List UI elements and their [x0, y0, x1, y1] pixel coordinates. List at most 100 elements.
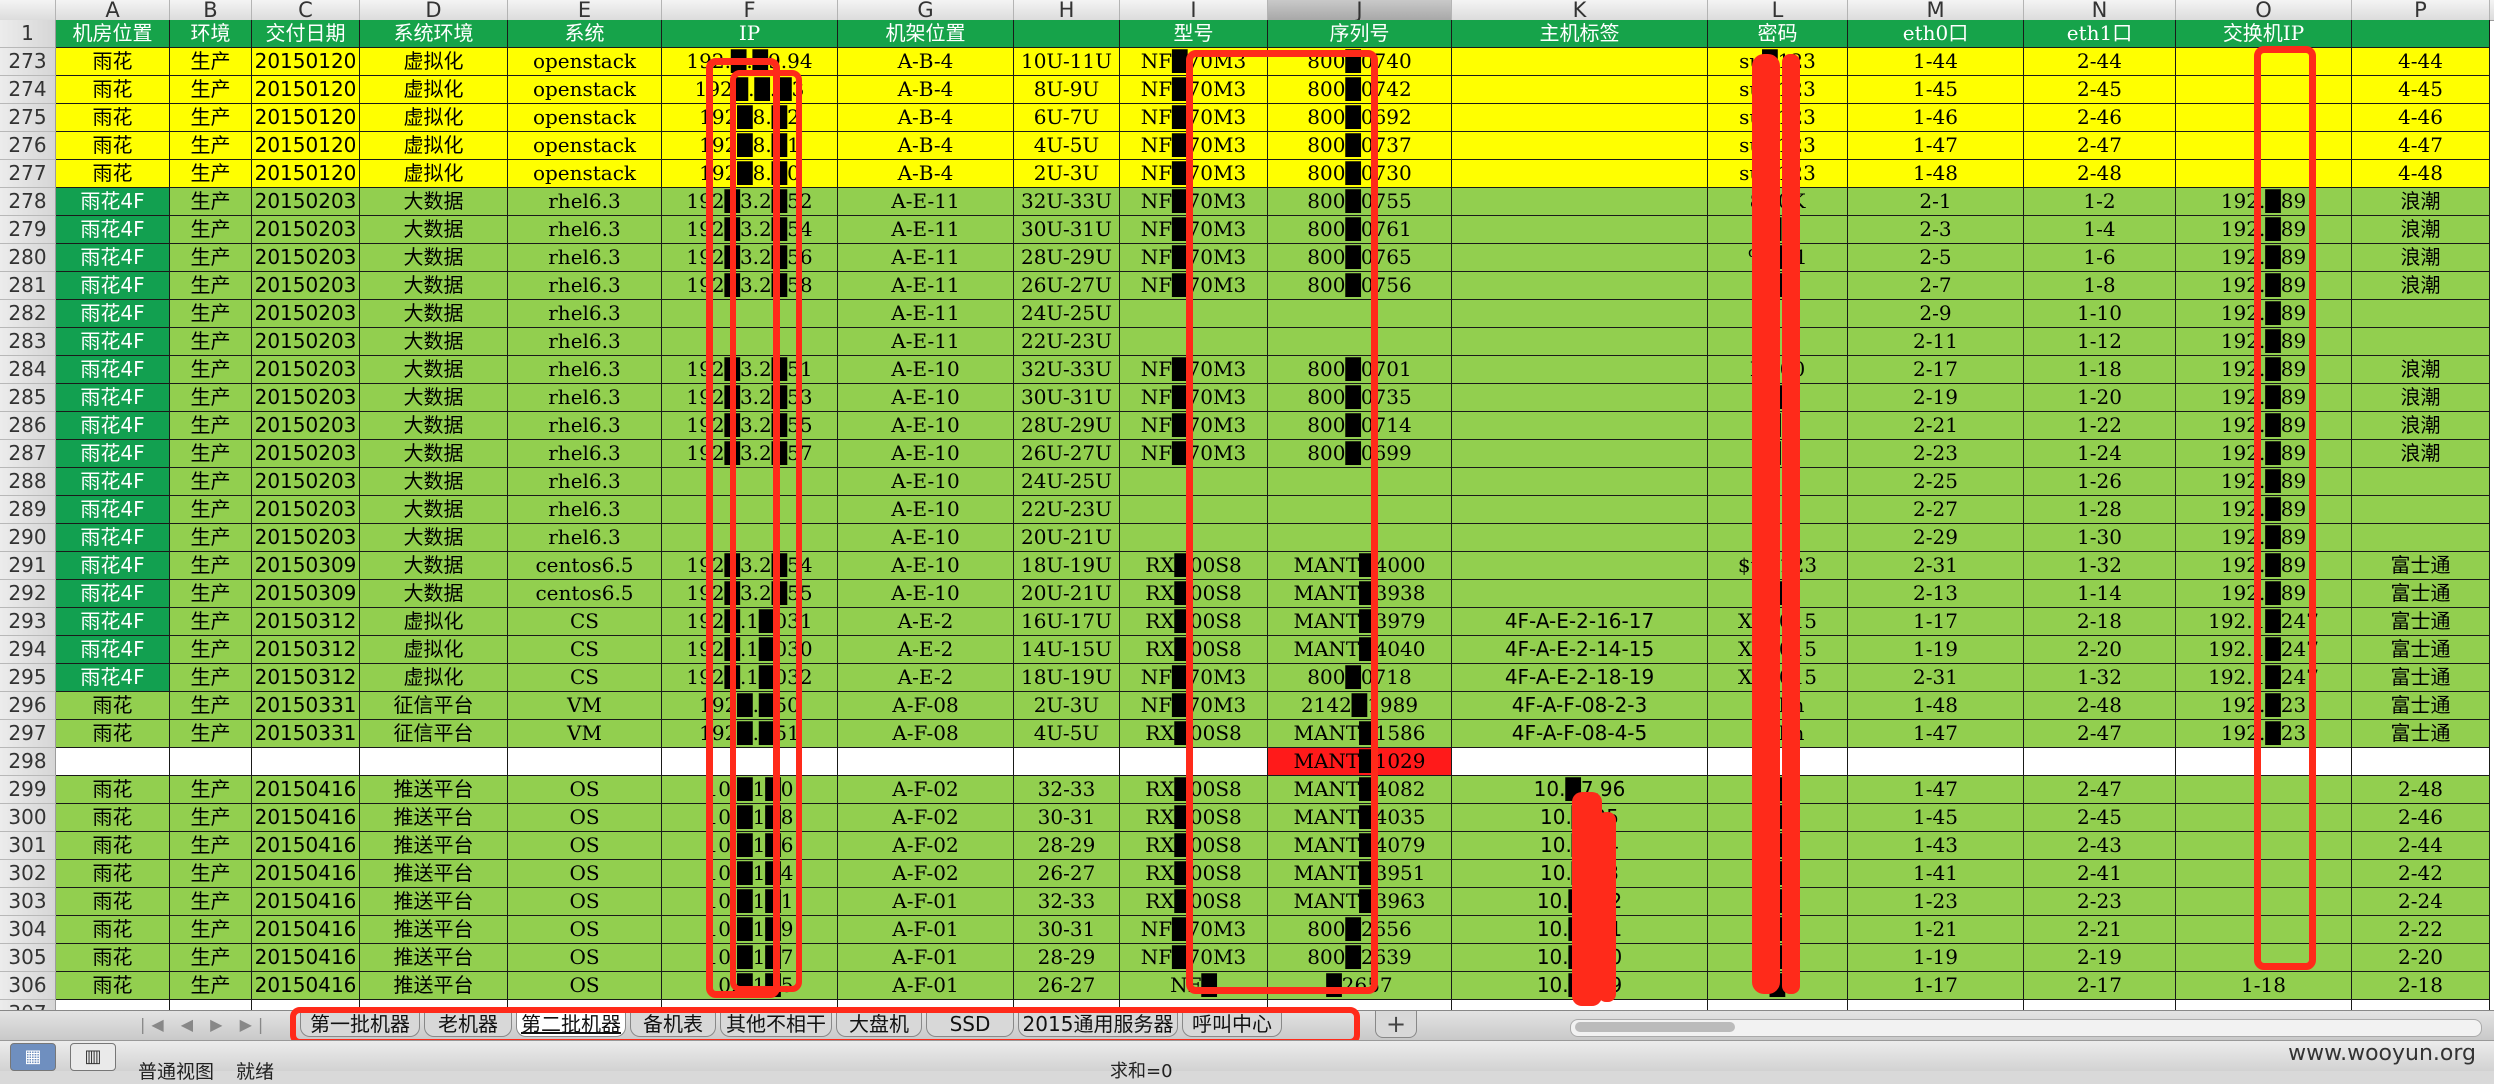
table-cell[interactable]: 20150416: [252, 888, 360, 916]
table-cell[interactable]: rhel6.3: [508, 216, 662, 244]
table-cell[interactable]: 26-27: [1014, 972, 1120, 1000]
add-sheet-button[interactable]: +: [1375, 1011, 1417, 1038]
table-cell[interactable]: 4F-A-E-2-18-19: [1452, 664, 1708, 692]
table-cell[interactable]: 雨花: [56, 160, 170, 188]
table-cell[interactable]: 大数据: [360, 244, 508, 272]
column-header-c[interactable]: C: [252, 0, 360, 21]
table-cell[interactable]: [170, 748, 252, 776]
table-cell[interactable]: 虚拟化: [360, 76, 508, 104]
table-cell[interactable]: 2-3: [1848, 216, 2024, 244]
row-number[interactable]: 294: [0, 636, 56, 664]
table-cell[interactable]: 1-43: [1848, 832, 2024, 860]
table-cell[interactable]: OS: [508, 972, 662, 1000]
table-cell[interactable]: 生产: [170, 216, 252, 244]
table-cell[interactable]: A-E-2: [838, 664, 1014, 692]
table-cell[interactable]: [2024, 748, 2176, 776]
table-cell[interactable]: A-F-02: [838, 804, 1014, 832]
table-cell[interactable]: 雨花4F: [56, 496, 170, 524]
table-cell[interactable]: 20150120: [252, 48, 360, 76]
row-number[interactable]: 279: [0, 216, 56, 244]
table-cell[interactable]: 2-13: [1848, 580, 2024, 608]
table-cell[interactable]: [2352, 468, 2490, 496]
table-cell[interactable]: 2-1: [1848, 188, 2024, 216]
table-cell[interactable]: 2-19: [2024, 944, 2176, 972]
table-cell[interactable]: 雨花4F: [56, 580, 170, 608]
table-cell[interactable]: 2-21: [1848, 412, 2024, 440]
table-cell[interactable]: [1452, 440, 1708, 468]
table-cell[interactable]: 生产: [170, 636, 252, 664]
table-cell[interactable]: OS: [508, 776, 662, 804]
table-cell[interactable]: 生产: [170, 188, 252, 216]
table-cell[interactable]: OS: [508, 804, 662, 832]
table-cell[interactable]: 生产: [170, 132, 252, 160]
table-cell[interactable]: 生产: [170, 76, 252, 104]
table-cell[interactable]: 1-28: [2024, 496, 2176, 524]
table-cell[interactable]: 1-10: [2024, 300, 2176, 328]
table-cell[interactable]: 20150203: [252, 440, 360, 468]
table-cell[interactable]: 生产: [170, 160, 252, 188]
table-cell[interactable]: 1-23: [1848, 888, 2024, 916]
table-cell[interactable]: 1-6: [2024, 244, 2176, 272]
row-number[interactable]: 307: [0, 1000, 56, 1010]
table-cell[interactable]: 雨花: [56, 692, 170, 720]
table-cell[interactable]: rhel6.3: [508, 244, 662, 272]
table-cell[interactable]: 浪潮: [2352, 412, 2490, 440]
table-cell[interactable]: 20150312: [252, 636, 360, 664]
table-cell[interactable]: [2352, 524, 2490, 552]
table-cell[interactable]: [1452, 216, 1708, 244]
table-cell[interactable]: 20150203: [252, 272, 360, 300]
table-cell[interactable]: 20150203: [252, 412, 360, 440]
table-cell[interactable]: [1014, 748, 1120, 776]
table-cell[interactable]: 2-22: [2352, 916, 2490, 944]
table-cell[interactable]: 大数据: [360, 496, 508, 524]
table-cell[interactable]: A-B-4: [838, 48, 1014, 76]
scroll-thumb[interactable]: [1575, 1022, 1735, 1032]
table-cell[interactable]: 1-19: [1848, 944, 2024, 972]
column-header-corner[interactable]: [0, 0, 56, 20]
table-cell[interactable]: 雨花: [56, 720, 170, 748]
table-cell[interactable]: 生产: [170, 664, 252, 692]
table-cell[interactable]: rhel6.3: [508, 272, 662, 300]
column-title-cell[interactable]: eth0口: [1848, 20, 2024, 48]
table-cell[interactable]: 20150203: [252, 188, 360, 216]
table-cell[interactable]: CS: [508, 636, 662, 664]
table-cell[interactable]: [1452, 328, 1708, 356]
table-cell[interactable]: 富士通: [2352, 552, 2490, 580]
table-cell[interactable]: 2-43: [2024, 832, 2176, 860]
column-title-cell[interactable]: 系统环境: [360, 20, 508, 48]
table-cell[interactable]: 2-47: [2024, 132, 2176, 160]
table-cell[interactable]: 雨花4F: [56, 356, 170, 384]
table-cell[interactable]: A-F-02: [838, 776, 1014, 804]
table-cell[interactable]: A-B-4: [838, 76, 1014, 104]
table-cell[interactable]: 8U-9U: [1014, 76, 1120, 104]
table-cell[interactable]: 1-48: [1848, 692, 2024, 720]
table-cell[interactable]: rhel6.3: [508, 356, 662, 384]
table-cell[interactable]: [1452, 48, 1708, 76]
table-cell[interactable]: A-E-11: [838, 216, 1014, 244]
column-header-n[interactable]: N: [2024, 0, 2176, 21]
column-header-o[interactable]: O: [2176, 0, 2352, 21]
table-cell[interactable]: 生产: [170, 804, 252, 832]
table-cell[interactable]: 32-33: [1014, 888, 1120, 916]
table-cell[interactable]: openstack: [508, 76, 662, 104]
column-header-l[interactable]: L: [1708, 0, 1848, 21]
table-cell[interactable]: OS: [508, 888, 662, 916]
table-cell[interactable]: 20150203: [252, 216, 360, 244]
row-number[interactable]: 288: [0, 468, 56, 496]
table-cell[interactable]: 22U-23U: [1014, 496, 1120, 524]
table-cell[interactable]: 20150203: [252, 328, 360, 356]
table-cell[interactable]: 雨花4F: [56, 328, 170, 356]
table-cell[interactable]: rhel6.3: [508, 440, 662, 468]
table-cell[interactable]: 生产: [170, 384, 252, 412]
table-cell[interactable]: 推送平台: [360, 776, 508, 804]
table-cell[interactable]: 20150331: [252, 692, 360, 720]
column-title-cell[interactable]: 机架位置: [838, 20, 1014, 48]
table-cell[interactable]: 24U-25U: [1014, 300, 1120, 328]
table-cell[interactable]: OS: [508, 944, 662, 972]
table-cell[interactable]: CS: [508, 608, 662, 636]
table-cell[interactable]: A-E-10: [838, 356, 1014, 384]
column-title-cell[interactable]: [1014, 20, 1120, 48]
table-cell[interactable]: 26U-27U: [1014, 440, 1120, 468]
table-cell[interactable]: 20150203: [252, 524, 360, 552]
row-number[interactable]: 274: [0, 76, 56, 104]
